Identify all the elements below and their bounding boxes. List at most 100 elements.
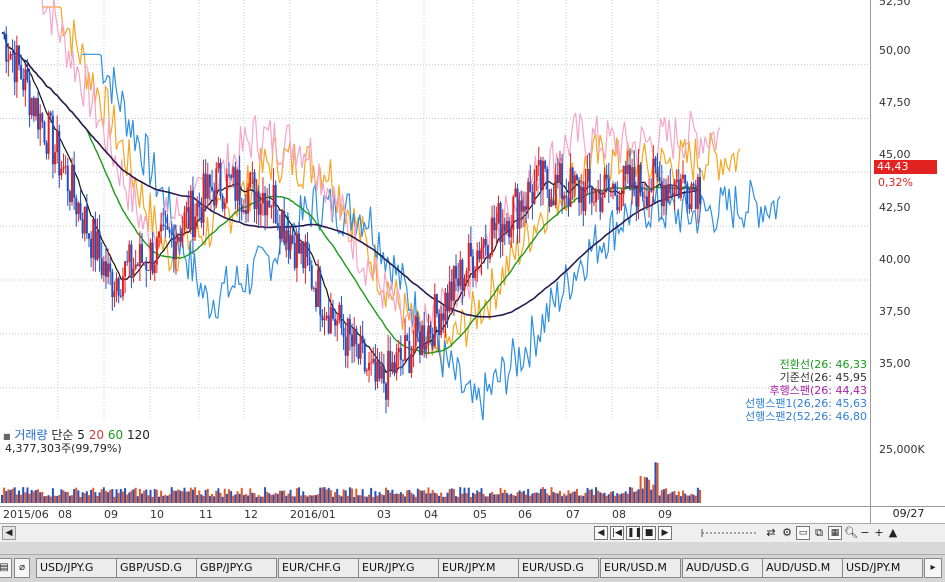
volume-bar (7, 489, 10, 503)
volume-bar (338, 495, 341, 503)
volume-bar (590, 489, 593, 503)
x-tick: 2015/06 (3, 508, 49, 521)
step-back-icon[interactable]: |◀ (610, 526, 624, 540)
zoom-slider[interactable] (700, 525, 760, 541)
volume-bar (115, 489, 118, 503)
volume-bar (276, 494, 279, 503)
volume-bar (34, 490, 37, 503)
tab-usd-jpy-m[interactable]: USD/JPY.M (842, 558, 923, 578)
x-tick: 09 (104, 508, 118, 521)
tab-usd-jpy-g[interactable]: USD/JPY.G (36, 558, 117, 578)
volume-bar (482, 493, 485, 503)
list-icon[interactable]: ▤ (0, 558, 12, 578)
volume-bar (253, 493, 256, 503)
volume-bar (9, 489, 12, 503)
volume-bar (170, 487, 173, 503)
pause-icon[interactable]: ❚❚ (626, 526, 642, 540)
volume-bar (45, 495, 48, 503)
volume-bar (677, 491, 680, 503)
grid-icon[interactable]: ▦ (828, 526, 842, 540)
volume-bar (548, 495, 551, 503)
tab-gbp-usd-g[interactable]: GBP/USD.G (116, 558, 197, 578)
volume-bar (533, 492, 536, 503)
rewind-icon[interactable]: ◀ (594, 526, 608, 540)
tab-eur-chf-g[interactable]: EUR/CHF.G (278, 558, 359, 578)
volume-bar (592, 494, 595, 503)
volume-bar (308, 494, 311, 503)
volume-bar (622, 493, 625, 503)
tab-aud-usd-g[interactable]: AUD/USD.G (682, 558, 763, 578)
volume-bar (624, 491, 627, 503)
volume-bar (289, 489, 292, 503)
volume-bar (189, 487, 192, 503)
volume-bar (96, 495, 99, 503)
volume-bar (673, 491, 676, 503)
volume-bar (22, 487, 25, 503)
volume-bar (198, 490, 201, 503)
volume-bar (542, 487, 545, 503)
volume-bar (340, 496, 343, 503)
volume-bar (478, 491, 481, 503)
window-icon[interactable]: ▭ (796, 526, 810, 540)
edit-icon[interactable]: ⌀ (14, 558, 30, 578)
volume-bar (595, 487, 598, 503)
volume-bar (378, 492, 381, 503)
tab-aud-usd-m[interactable]: AUD/USD.M (762, 558, 843, 578)
volume-bar (353, 496, 356, 503)
change-percent: 0,32% (878, 176, 913, 189)
volume-bar (599, 492, 602, 503)
volume-bar (219, 492, 222, 503)
tab-gbp-jpy-g[interactable]: GBP/JPY.G (196, 558, 277, 578)
volume-bar (410, 492, 413, 503)
volume-bar (605, 495, 608, 503)
volume-bar (476, 490, 479, 503)
volume-bar (639, 476, 642, 503)
search-icon[interactable]: 🔍︎ (844, 526, 858, 540)
volume-bar (306, 496, 309, 503)
volume-bar (79, 496, 82, 503)
volume-bar (425, 493, 428, 503)
gear-icon[interactable]: ⚙ (780, 526, 794, 540)
volume-bar (121, 491, 124, 503)
tab-eur-jpy-g[interactable]: EUR/JPY.G (358, 558, 439, 578)
volume-bar (60, 489, 63, 503)
volume-bar (43, 496, 46, 503)
current-price-tag: 44,43 (874, 160, 937, 174)
scroll-left-arrow-icon[interactable]: ◀ (2, 526, 16, 540)
volume-bar (155, 489, 158, 503)
plus-icon[interactable]: + (872, 526, 886, 540)
volume-bar (346, 495, 349, 503)
tab-eur-usd-m[interactable]: EUR/USD.M (600, 558, 681, 578)
volume-bar (516, 492, 519, 503)
volume-bar (100, 489, 103, 503)
tab-eur-usd-g[interactable]: EUR/USD.G (518, 558, 599, 578)
volume-bar (336, 488, 339, 503)
x-tick: 11 (199, 508, 213, 521)
volume-bar (637, 489, 640, 503)
volume-bar (654, 462, 657, 503)
stop-icon[interactable]: ■ (642, 526, 656, 540)
volume-bar (196, 495, 199, 503)
volume-bar (393, 493, 396, 503)
volume-bar (484, 496, 487, 503)
chart-area[interactable]: 52,50 50,00 47,50 45,00 42,50 40,00 37,5… (0, 0, 945, 525)
volume-bar (211, 493, 214, 503)
volume-bar (342, 489, 345, 503)
layers-icon[interactable]: ⧉ (812, 526, 826, 540)
volume-bar (351, 488, 354, 503)
share-icon[interactable]: ⇄ (764, 526, 778, 540)
volume-bar (334, 492, 337, 503)
volume-bar (278, 490, 281, 503)
volume-bar (13, 487, 16, 503)
volume-bar (111, 489, 114, 503)
volume-bar (421, 490, 424, 503)
volume-bar (544, 488, 547, 503)
up-arrow-icon[interactable]: ▲ (886, 526, 900, 540)
volume-bar (546, 493, 549, 503)
volume-bar (272, 494, 275, 503)
play-icon[interactable]: ▶ (658, 526, 672, 540)
volume-bar (221, 496, 224, 503)
tab-scroll-icon[interactable]: ▸ (924, 558, 942, 578)
minus-icon[interactable]: − (858, 526, 872, 540)
tab-eur-jpy-m[interactable]: EUR/JPY.M (438, 558, 519, 578)
